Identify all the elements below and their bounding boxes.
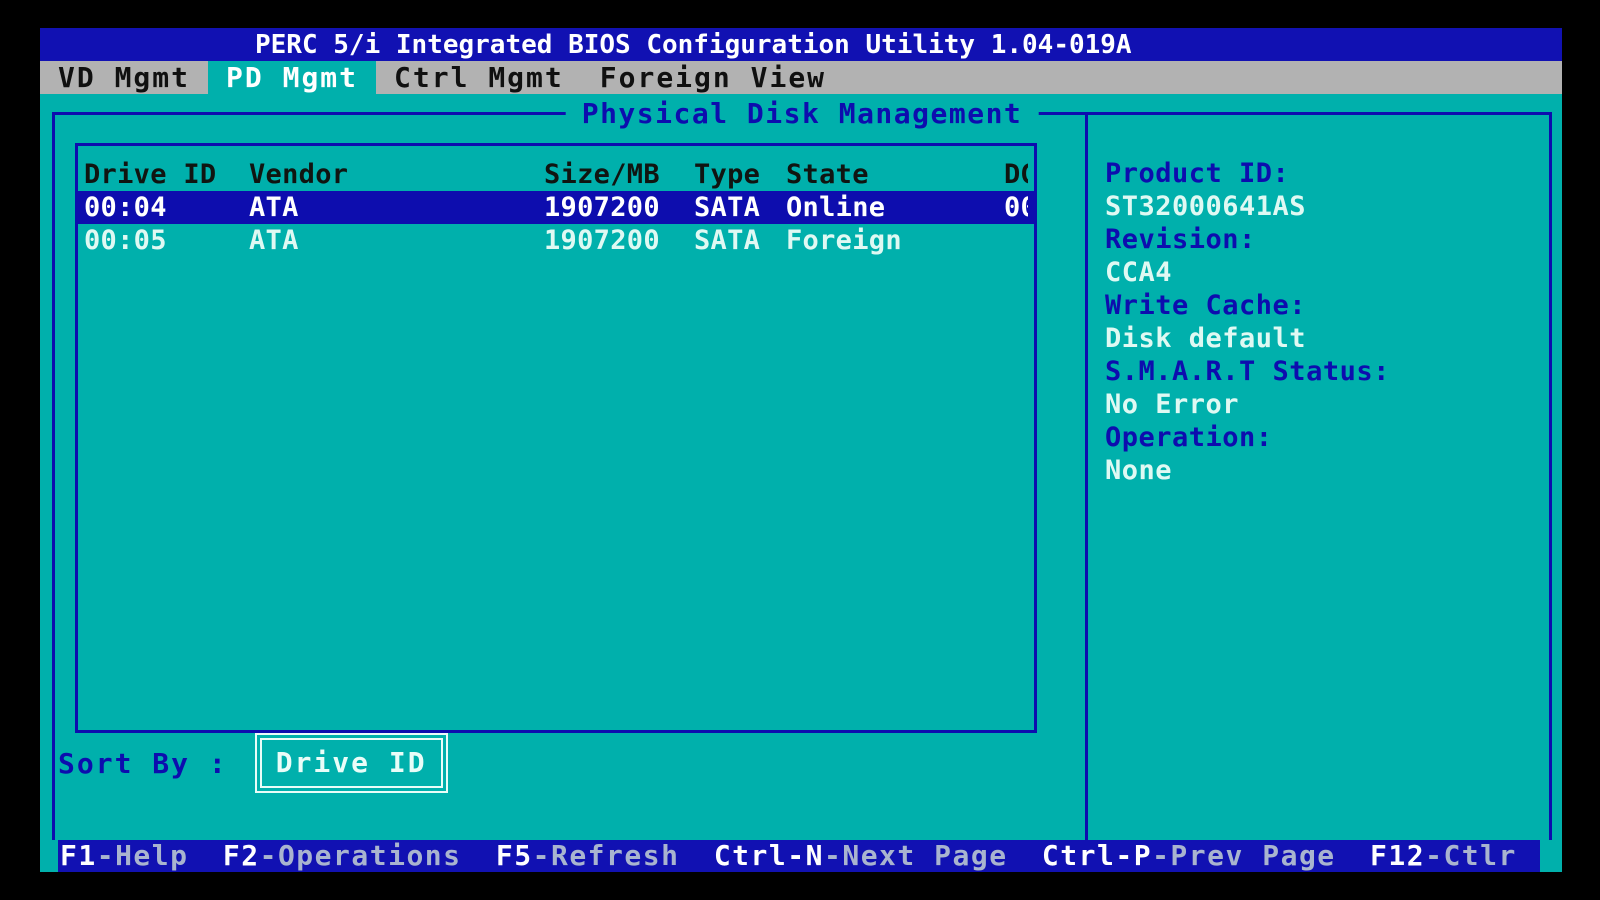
disk-table-header: Drive ID Vendor Size/MB Type State DG — [78, 158, 1034, 191]
tab-pd-mgmt[interactable]: PD Mgmt — [208, 61, 376, 94]
cell-drive-id: 00:05 — [84, 224, 249, 257]
cell-state: Foreign — [786, 224, 1004, 257]
disk-table: Drive ID Vendor Size/MB Type State DG 00… — [75, 143, 1037, 733]
column-header-type: Type — [694, 158, 786, 191]
detail-value-product-id: ST32000641AS — [1105, 190, 1533, 223]
cell-type: SATA — [694, 191, 786, 224]
detail-value-write-cache: Disk default — [1105, 322, 1533, 355]
shortcut-refresh: F5-Refresh — [496, 840, 680, 872]
cell-size-mb: 1907200 — [544, 191, 694, 224]
sort-by-label: Sort By : — [58, 747, 228, 780]
cell-size-mb: 1907200 — [544, 224, 694, 257]
tab-vd-mgmt[interactable]: VD Mgmt — [40, 61, 208, 94]
tab-ctrl-mgmt[interactable]: Ctrl Mgmt — [376, 61, 582, 94]
app-title: PERC 5/i Integrated BIOS Configuration U… — [255, 28, 1132, 62]
detail-value-revision: CCA4 — [1105, 256, 1533, 289]
physical-disk-management-panel: Physical Disk Management Drive ID Vendor… — [52, 112, 1552, 840]
shortcut-key: F12 — [1370, 840, 1425, 872]
sort-by-value[interactable]: Drive ID — [255, 733, 448, 793]
column-header-drive-id: Drive ID — [84, 158, 249, 191]
sort-by-row: Sort By : Drive ID — [58, 733, 448, 793]
detail-value-smart-status: No Error — [1105, 388, 1533, 421]
shortcut-label: -Prev Page — [1152, 840, 1336, 872]
detail-label-operation: Operation: — [1105, 421, 1533, 454]
shortcut-key: F1 — [60, 840, 97, 872]
column-header-size-mb: Size/MB — [544, 158, 694, 191]
tab-foreign-view[interactable]: Foreign View — [582, 61, 844, 94]
column-header-state: State — [786, 158, 1004, 191]
shortcut-label: -Operations — [260, 840, 462, 872]
shortcut-key: Ctrl-N — [714, 840, 824, 872]
column-header-dg: DG — [1004, 158, 1028, 191]
disk-details-panel: Product ID: ST32000641AS Revision: CCA4 … — [1105, 157, 1533, 487]
detail-label-smart-status: S.M.A.R.T Status: — [1105, 355, 1533, 388]
shortcut-help: F1-Help — [60, 840, 189, 872]
table-row[interactable]: 00:05 ATA 1907200 SATA Foreign — [78, 224, 1034, 257]
panel-divider — [1085, 115, 1088, 840]
shortcut-key: F2 — [223, 840, 260, 872]
detail-label-product-id: Product ID: — [1105, 157, 1533, 190]
shortcut-ctlr: F12-Ctlr — [1370, 840, 1517, 872]
shortcut-label: -Refresh — [533, 840, 680, 872]
shortcut-label: -Ctlr — [1425, 840, 1517, 872]
detail-label-write-cache: Write Cache: — [1105, 289, 1533, 322]
detail-label-revision: Revision: — [1105, 223, 1533, 256]
detail-value-operation: None — [1105, 454, 1533, 487]
window-title-bar: PERC 5/i Integrated BIOS Configuration U… — [40, 28, 1562, 61]
shortcut-operations: F2-Operations — [223, 840, 462, 872]
cell-dg — [1004, 224, 1028, 257]
main-area: Physical Disk Management Drive ID Vendor… — [40, 94, 1562, 872]
bios-screen: PERC 5/i Integrated BIOS Configuration U… — [40, 28, 1562, 872]
shortcut-next-page: Ctrl-N-Next Page — [714, 840, 1008, 872]
status-bar: F1-Help F2-Operations F5-Refresh Ctrl-N-… — [58, 840, 1540, 872]
shortcut-key: F5 — [496, 840, 533, 872]
menu-bar: VD Mgmt PD Mgmt Ctrl Mgmt Foreign View — [40, 61, 1562, 94]
shortcut-label: -Help — [97, 840, 189, 872]
cell-drive-id: 00:04 — [84, 191, 249, 224]
column-header-vendor: Vendor — [249, 158, 544, 191]
panel-title: Physical Disk Management — [566, 95, 1039, 132]
shortcut-key: Ctrl-P — [1042, 840, 1152, 872]
cell-vendor: ATA — [249, 191, 544, 224]
cell-dg: 00 — [1004, 191, 1028, 224]
cell-vendor: ATA — [249, 224, 544, 257]
table-row-selected[interactable]: 00:04 ATA 1907200 SATA Online 00 — [78, 191, 1034, 224]
shortcut-prev-page: Ctrl-P-Prev Page — [1042, 840, 1336, 872]
cell-type: SATA — [694, 224, 786, 257]
cell-state: Online — [786, 191, 1004, 224]
shortcut-label: -Next Page — [824, 840, 1008, 872]
